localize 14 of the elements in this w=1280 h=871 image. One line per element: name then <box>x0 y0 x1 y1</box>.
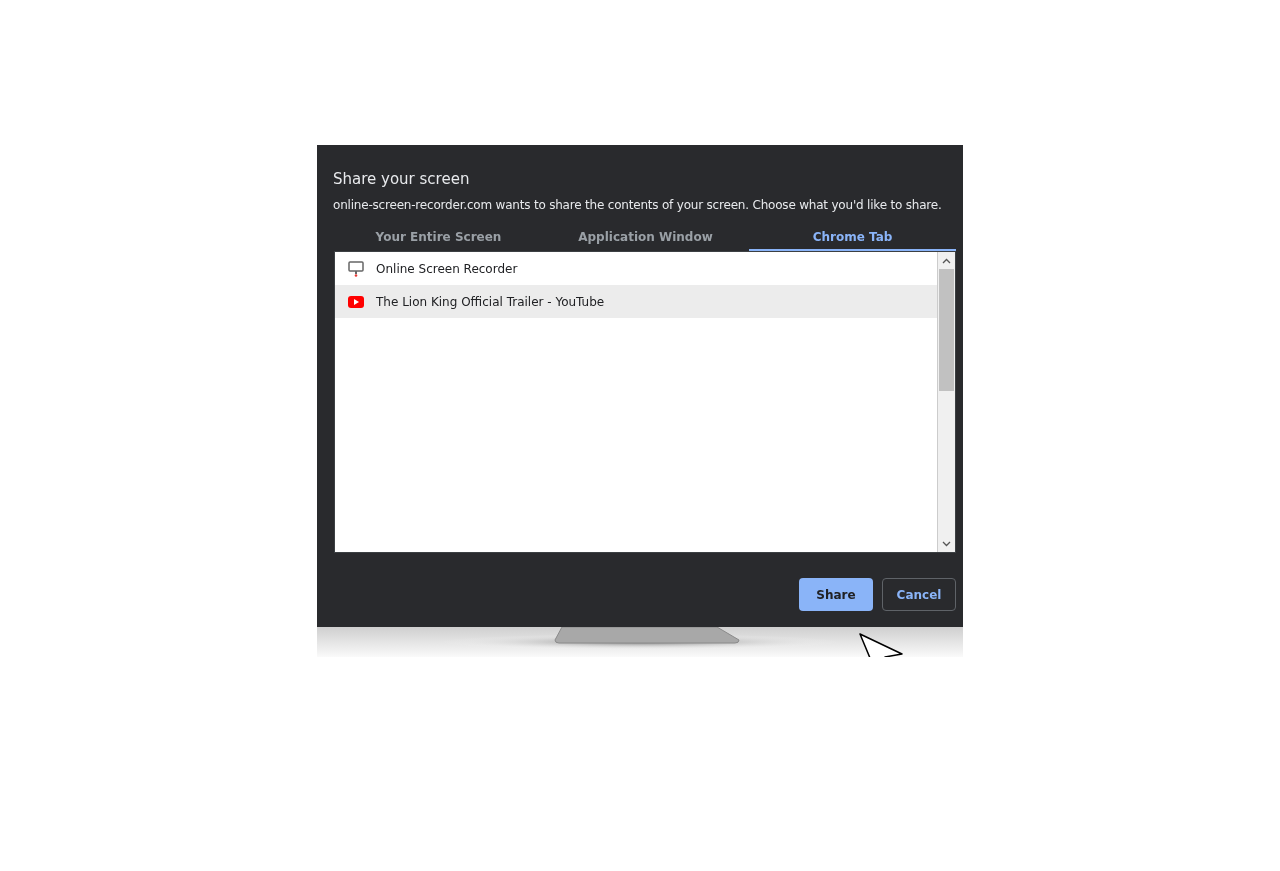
scrollbar-thumb[interactable] <box>939 269 954 391</box>
monitor-icon <box>348 260 364 277</box>
tab-list-item[interactable]: The Lion King Official Trailer - YouTube <box>335 285 937 318</box>
tab-list-item[interactable]: Online Screen Recorder <box>335 252 937 285</box>
tab[interactable]: Application Window <box>542 225 749 251</box>
scroll-up-icon[interactable] <box>942 257 951 264</box>
share-button[interactable]: Share <box>799 578 873 611</box>
dialog-title: Share your screen <box>333 169 471 189</box>
play-icon <box>348 295 364 308</box>
scroll-down-icon[interactable] <box>942 540 951 547</box>
scrollbar[interactable] <box>937 252 955 552</box>
cancel-button[interactable]: Cancel <box>882 578 956 611</box>
tab[interactable]: Your Entire Screen <box>335 225 542 251</box>
dialog-message: online-screen-recorder.com wants to share the contents of your screen. Choose what you'd like to share. <box>333 197 943 213</box>
